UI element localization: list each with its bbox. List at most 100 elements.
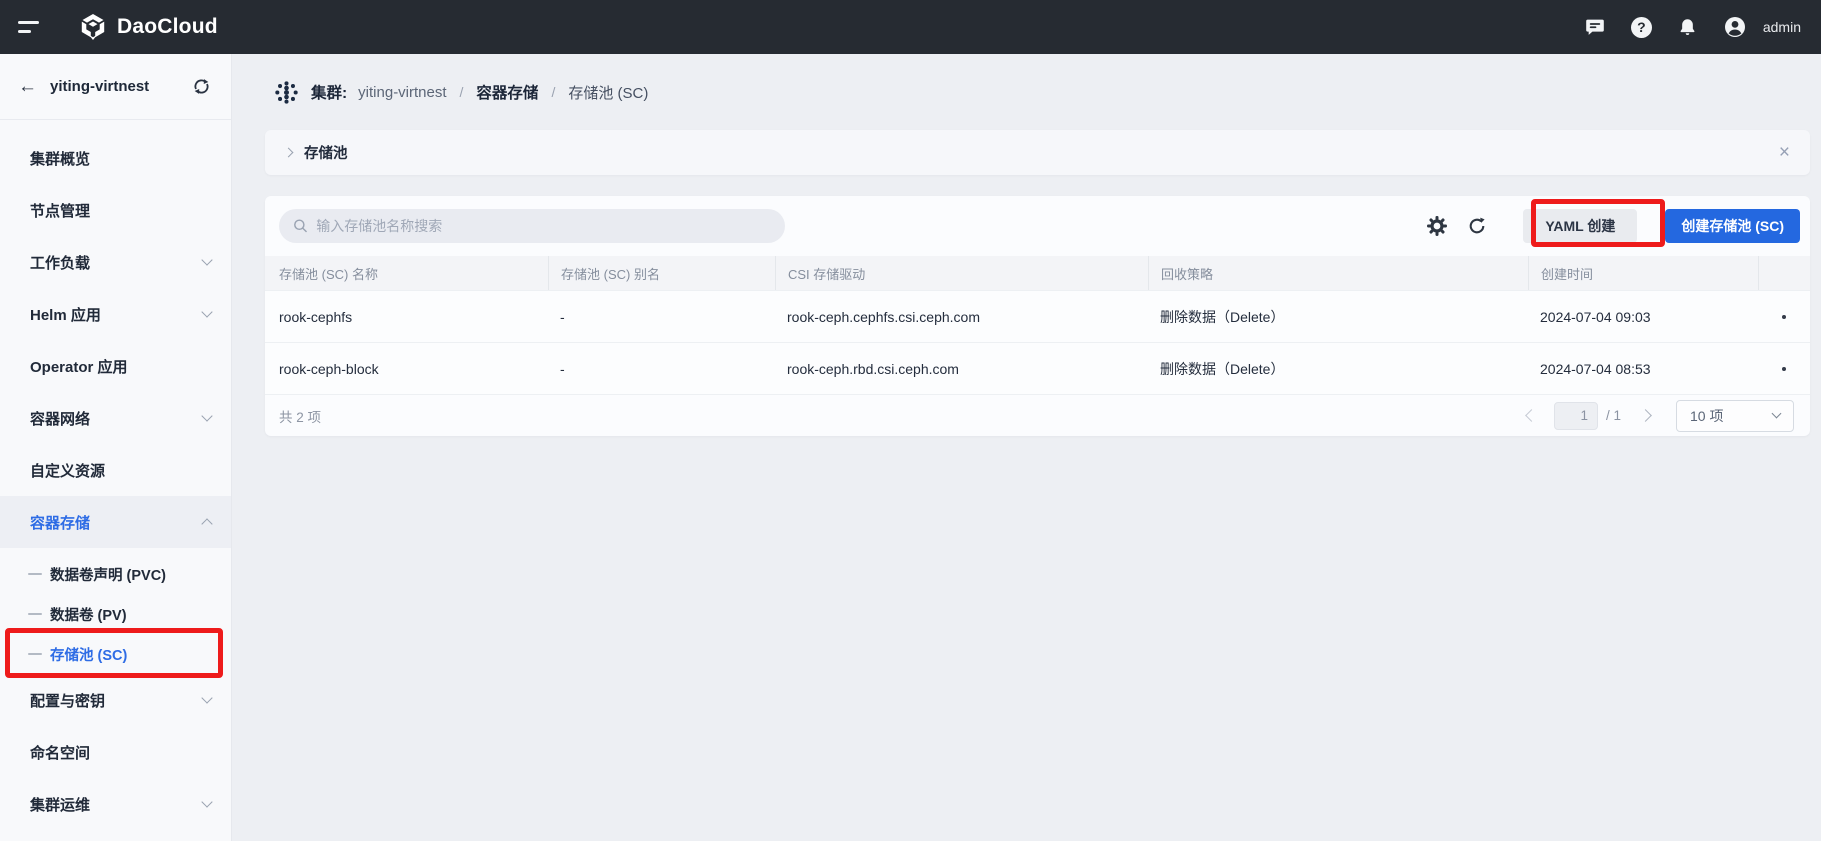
page-size-value: 10 项 xyxy=(1690,406,1723,426)
page-size-select[interactable]: 10 项 xyxy=(1676,400,1794,432)
cell-created: 2024-07-04 09:03 xyxy=(1528,309,1758,325)
sidebar-item-container-storage[interactable]: 容器存储 xyxy=(0,496,231,548)
sidebar-item-node-management[interactable]: 节点管理 xyxy=(0,184,231,236)
chevron-down-icon xyxy=(201,306,212,317)
table-toolbar: YAML 创建 创建存储池 (SC) xyxy=(265,196,1810,256)
sidebar-item-label: Helm 应用 xyxy=(30,304,101,325)
dash-icon xyxy=(28,573,42,575)
help-icon[interactable]: ? xyxy=(1631,17,1652,38)
settings-gear-icon[interactable] xyxy=(1427,216,1447,236)
column-header-policy[interactable]: 回收策略 xyxy=(1148,256,1528,290)
search-input[interactable] xyxy=(316,218,771,234)
dash-icon xyxy=(28,613,42,615)
next-page-icon[interactable] xyxy=(1639,409,1652,422)
search-icon xyxy=(293,218,308,234)
chevron-up-icon xyxy=(201,518,212,529)
brand-logo[interactable]: DaoCloud xyxy=(78,12,218,42)
table-row[interactable]: rook-cephfs - rook-ceph.cephfs.csi.ceph.… xyxy=(265,290,1810,342)
sidebar-item-label: 数据卷声明 (PVC) xyxy=(50,564,166,585)
sidebar-item-workloads[interactable]: 工作负载 xyxy=(0,236,231,288)
search-box[interactable] xyxy=(279,209,785,243)
sidebar-item-label: 工作负载 xyxy=(30,252,90,273)
banner-title: 存储池 xyxy=(304,142,348,163)
topbar: DaoCloud ? admin xyxy=(0,0,1821,54)
breadcrumb-section[interactable]: 容器存储 xyxy=(476,81,538,103)
sidebar-item-cluster-ops[interactable]: 集群运维 xyxy=(0,778,231,830)
sidebar-item-label: 容器网络 xyxy=(30,408,90,429)
sidebar-item-label: 容器存储 xyxy=(30,512,90,533)
sidebar-nav: 集群概览 节点管理 工作负载 Helm 应用 Operator 应用 容器网络 … xyxy=(0,120,231,830)
notifications-bell-icon[interactable] xyxy=(1677,17,1698,38)
sidebar-item-label: 集群概览 xyxy=(30,148,90,169)
kebab-menu-icon[interactable] xyxy=(1782,367,1786,371)
breadcrumb-cluster-label: 集群: xyxy=(311,81,347,103)
refresh-icon[interactable] xyxy=(1467,216,1487,236)
daocloud-logo-icon xyxy=(78,12,108,42)
cell-name: rook-cephfs xyxy=(265,309,548,325)
sidebar-item-config-secrets[interactable]: 配置与密钥 xyxy=(0,674,231,726)
chevron-down-icon xyxy=(201,410,212,421)
breadcrumb: 集群: yiting-virtnest / 容器存储 / 存储池 (SC) xyxy=(265,54,1810,130)
cell-policy: 删除数据（Delete） xyxy=(1148,359,1528,379)
username[interactable]: admin xyxy=(1763,19,1801,35)
column-header-created[interactable]: 创建时间 xyxy=(1528,256,1758,290)
chevron-down-icon xyxy=(201,692,212,703)
breadcrumb-current-page: 存储池 (SC) xyxy=(568,82,648,103)
switch-cluster-icon[interactable] xyxy=(192,77,211,96)
sidebar-sublist-storage: 数据卷声明 (PVC) 数据卷 (PV) 存储池 (SC) xyxy=(0,554,231,674)
main-content: 集群: yiting-virtnest / 容器存储 / 存储池 (SC) 存储… xyxy=(232,54,1821,841)
column-header-alias[interactable]: 存储池 (SC) 别名 xyxy=(548,256,775,290)
storage-pool-card: YAML 创建 创建存储池 (SC) 存储池 (SC) 名称 存储池 (SC) … xyxy=(265,196,1810,436)
sidebar-header: ← yiting-virtnest xyxy=(0,54,231,120)
menu-toggle-icon[interactable] xyxy=(18,18,42,36)
sidebar-item-helm-apps[interactable]: Helm 应用 xyxy=(0,288,231,340)
back-icon[interactable]: ← xyxy=(18,77,37,96)
sidebar-item-pvc[interactable]: 数据卷声明 (PVC) xyxy=(0,554,231,594)
sidebar-item-cluster-overview[interactable]: 集群概览 xyxy=(0,132,231,184)
sidebar-item-pv[interactable]: 数据卷 (PV) xyxy=(0,594,231,634)
table-row[interactable]: rook-ceph-block - rook-ceph.rbd.csi.ceph… xyxy=(265,342,1810,394)
sidebar-item-sc[interactable]: 存储池 (SC) xyxy=(0,634,231,674)
storage-pool-banner: 存储池 × xyxy=(265,130,1810,175)
cell-policy: 删除数据（Delete） xyxy=(1148,307,1528,327)
sidebar-item-label: 集群运维 xyxy=(30,794,90,815)
pagination-total: 共 2 项 xyxy=(279,406,321,426)
prev-page-icon[interactable] xyxy=(1525,409,1538,422)
create-storage-pool-button[interactable]: 创建存储池 (SC) xyxy=(1665,209,1800,243)
messages-icon[interactable] xyxy=(1584,16,1606,38)
sidebar-item-label: 存储池 (SC) xyxy=(50,644,127,665)
cell-created: 2024-07-04 08:53 xyxy=(1528,361,1758,377)
expand-chevron-icon[interactable] xyxy=(284,148,294,158)
row-actions xyxy=(1758,315,1810,319)
page-number-input[interactable] xyxy=(1554,402,1598,430)
chevron-down-icon xyxy=(201,796,212,807)
user-avatar-icon[interactable] xyxy=(1723,15,1747,39)
column-header-actions xyxy=(1758,256,1810,290)
page-total-label: / 1 xyxy=(1606,408,1621,423)
cluster-dots-icon xyxy=(273,79,300,106)
sidebar-item-label: 配置与密钥 xyxy=(30,690,105,711)
sidebar-item-label: 节点管理 xyxy=(30,200,90,221)
topbar-actions: ? admin xyxy=(1584,15,1801,39)
yaml-create-button[interactable]: YAML 创建 xyxy=(1523,209,1637,243)
brand-name: DaoCloud xyxy=(117,15,218,39)
column-header-name[interactable]: 存储池 (SC) 名称 xyxy=(265,256,548,290)
cell-name: rook-ceph-block xyxy=(265,361,548,377)
table-header: 存储池 (SC) 名称 存储池 (SC) 别名 CSI 存储驱动 回收策略 创建… xyxy=(265,256,1810,290)
sidebar-item-container-network[interactable]: 容器网络 xyxy=(0,392,231,444)
breadcrumb-separator: / xyxy=(458,84,466,100)
sidebar-item-namespaces[interactable]: 命名空间 xyxy=(0,726,231,778)
kebab-menu-icon[interactable] xyxy=(1782,315,1786,319)
cell-alias: - xyxy=(548,361,775,377)
breadcrumb-cluster-value[interactable]: yiting-virtnest xyxy=(358,84,446,101)
sidebar-item-custom-resources[interactable]: 自定义资源 xyxy=(0,444,231,496)
close-icon[interactable]: × xyxy=(1779,143,1790,162)
column-header-driver[interactable]: CSI 存储驱动 xyxy=(775,256,1148,290)
cell-driver: rook-ceph.cephfs.csi.ceph.com xyxy=(775,309,1148,325)
pagination-controls: / 1 10 项 xyxy=(1527,400,1794,432)
sidebar-item-operator-apps[interactable]: Operator 应用 xyxy=(0,340,231,392)
chevron-down-icon xyxy=(201,254,212,265)
toolbar-actions: YAML 创建 创建存储池 (SC) xyxy=(1427,209,1800,243)
pagination-bar: 共 2 项 / 1 10 项 xyxy=(265,394,1810,436)
sidebar-item-label: 自定义资源 xyxy=(30,460,105,481)
